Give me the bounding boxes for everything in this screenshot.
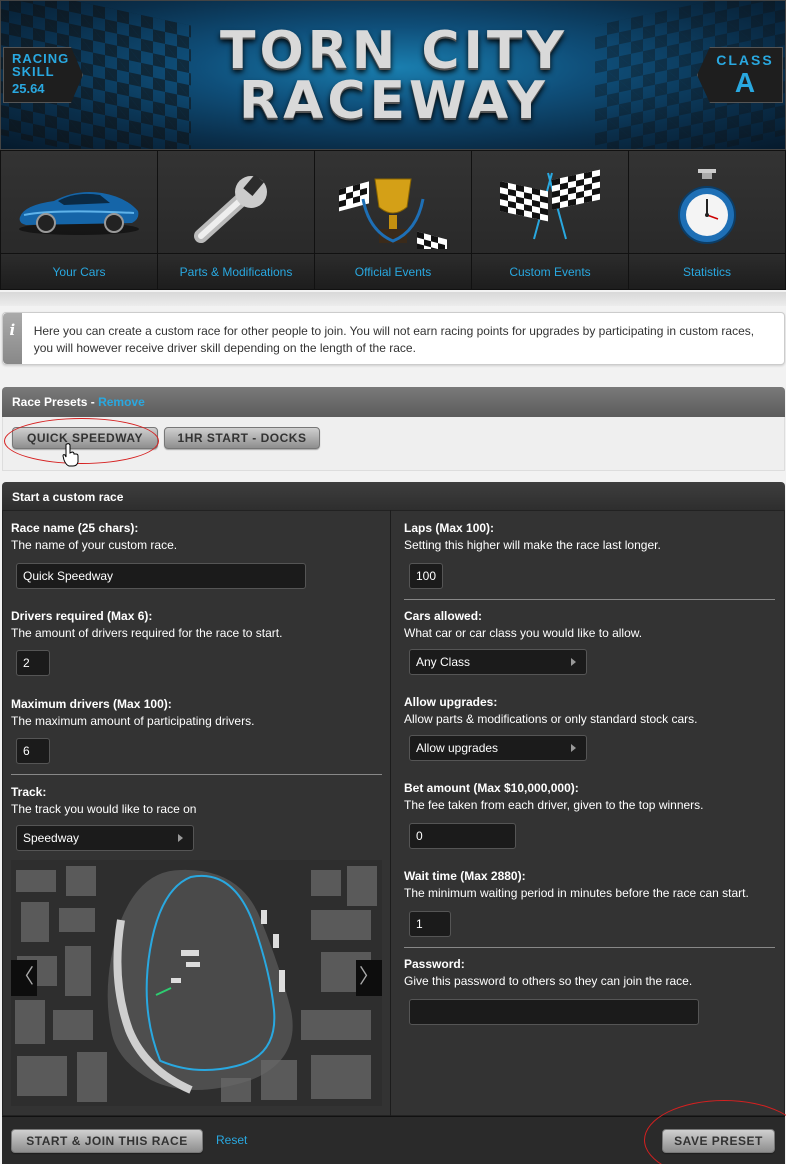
nav-statistics[interactable]: Statistics: [629, 151, 785, 289]
checkered-flags-icon: [472, 163, 628, 255]
wait-time-desc: The minimum waiting period in minutes be…: [404, 886, 749, 900]
cars-allowed-value: Any Class: [416, 655, 471, 669]
nav-parts-modifications[interactable]: Parts & Modifications: [158, 151, 315, 289]
drivers-required-title: Drivers required (Max 6):: [11, 609, 153, 623]
preset-quick-speedway-button[interactable]: QUICK SPEEDWAY: [12, 427, 158, 449]
race-name-title: Race name (25 chars):: [11, 521, 139, 535]
nav-label-official-events: Official Events: [315, 253, 471, 289]
map-prev-button[interactable]: 〈: [11, 960, 37, 996]
bet-amount-title: Bet amount (Max $10,000,000):: [404, 781, 579, 795]
trophy-icon: [315, 163, 471, 255]
chevron-right-icon: [178, 834, 183, 842]
nav-label-your-cars: Your Cars: [1, 253, 157, 289]
nav-official-events[interactable]: Official Events: [315, 151, 472, 289]
left-divider: [11, 774, 382, 775]
laps-title: Laps (Max 100):: [404, 521, 495, 535]
racing-skill-badge: RACING SKILL 25.64: [3, 47, 83, 103]
cars-allowed-title: Cars allowed:: [404, 609, 483, 623]
allow-upgrades-title: Allow upgrades:: [404, 695, 498, 709]
info-icon: i: [3, 313, 22, 364]
presets-header: Race Presets - Remove: [2, 387, 785, 417]
info-message: i Here you can create a custom race for …: [2, 312, 785, 365]
raceway-banner: TORN CITY RACEWAY RACING SKILL 25.64 CLA…: [0, 0, 786, 150]
password-title: Password:: [404, 957, 465, 971]
track-select[interactable]: Speedway: [16, 825, 194, 851]
track-select-value: Speedway: [23, 831, 80, 845]
cars-allowed-select[interactable]: Any Class: [409, 649, 587, 675]
cars-allowed-desc: What car or car class you would like to …: [404, 626, 643, 640]
password-input[interactable]: [409, 999, 699, 1025]
chevron-right-icon: [571, 658, 576, 666]
track-title: Track:: [11, 785, 47, 799]
stopwatch-icon: [629, 163, 785, 255]
class-badge: CLASS A: [697, 47, 783, 103]
race-name-desc: The name of your custom race.: [11, 538, 178, 552]
bet-amount-input[interactable]: 0: [409, 823, 516, 849]
presets-dash: -: [87, 395, 99, 409]
laps-input[interactable]: 100: [409, 563, 443, 589]
preset-1hr-start-docks-button[interactable]: 1HR START - DOCKS: [164, 427, 320, 449]
map-next-button[interactable]: 〉: [356, 960, 382, 996]
drivers-required-desc: The amount of drivers required for the r…: [11, 626, 283, 640]
start-join-race-button[interactable]: START & JOIN THIS RACE: [11, 1129, 203, 1153]
bet-amount-desc: The fee taken from each driver, given to…: [404, 798, 704, 812]
nav-label-statistics: Statistics: [629, 253, 785, 289]
presets-title: Race Presets: [12, 395, 88, 409]
drivers-required-input[interactable]: 2: [16, 650, 50, 676]
raceway-nav: Your Cars Parts & Modifications Official…: [0, 150, 786, 290]
max-drivers-title: Maximum drivers (Max 100):: [11, 697, 172, 711]
race-name-input[interactable]: Quick Speedway: [16, 563, 306, 589]
password-desc: Give this password to others so they can…: [404, 974, 693, 988]
laps-desc: Setting this higher will make the race l…: [404, 538, 661, 552]
right-divider-1: [404, 599, 775, 600]
class-value: A: [734, 67, 756, 98]
nav-label-custom-events: Custom Events: [472, 253, 628, 289]
car-icon: [1, 163, 157, 255]
section-separator: [0, 292, 786, 306]
nav-custom-events[interactable]: Custom Events: [472, 151, 629, 289]
banner-title-line2: RACEWAY: [239, 71, 549, 131]
wait-time-input[interactable]: 1: [409, 911, 451, 937]
max-drivers-desc: The maximum amount of participating driv…: [11, 714, 255, 728]
nav-your-cars[interactable]: Your Cars: [1, 151, 158, 289]
info-text: Here you can create a custom race for ot…: [33, 324, 755, 355]
reset-link[interactable]: Reset: [216, 1133, 247, 1147]
wrench-icon: [158, 163, 314, 255]
chevron-right-icon: [571, 744, 576, 752]
right-divider-2: [404, 947, 775, 948]
wait-time-title: Wait time (Max 2880):: [404, 869, 526, 883]
raceway-page: TORN CITY RACEWAY RACING SKILL 25.64 CLA…: [0, 0, 786, 1164]
track-desc: The track you would like to race on: [11, 802, 197, 816]
skill-value: 25.64: [12, 81, 45, 96]
remove-presets-link[interactable]: Remove: [98, 395, 145, 409]
max-drivers-input[interactable]: 6: [16, 738, 50, 764]
class-label: CLASS: [716, 52, 774, 68]
skill-label-2: SKILL: [12, 64, 55, 79]
allow-upgrades-value: Allow upgrades: [416, 741, 499, 755]
nav-label-parts: Parts & Modifications: [158, 253, 314, 289]
save-preset-button[interactable]: SAVE PRESET: [662, 1129, 775, 1153]
allow-upgrades-select[interactable]: Allow upgrades: [409, 735, 587, 761]
column-divider: [390, 510, 391, 1116]
allow-upgrades-desc: Allow parts & modifications or only stan…: [404, 712, 698, 726]
track-map: [11, 860, 382, 1106]
custom-race-header: Start a custom race: [2, 482, 785, 510]
hand-cursor-icon: [62, 443, 79, 467]
